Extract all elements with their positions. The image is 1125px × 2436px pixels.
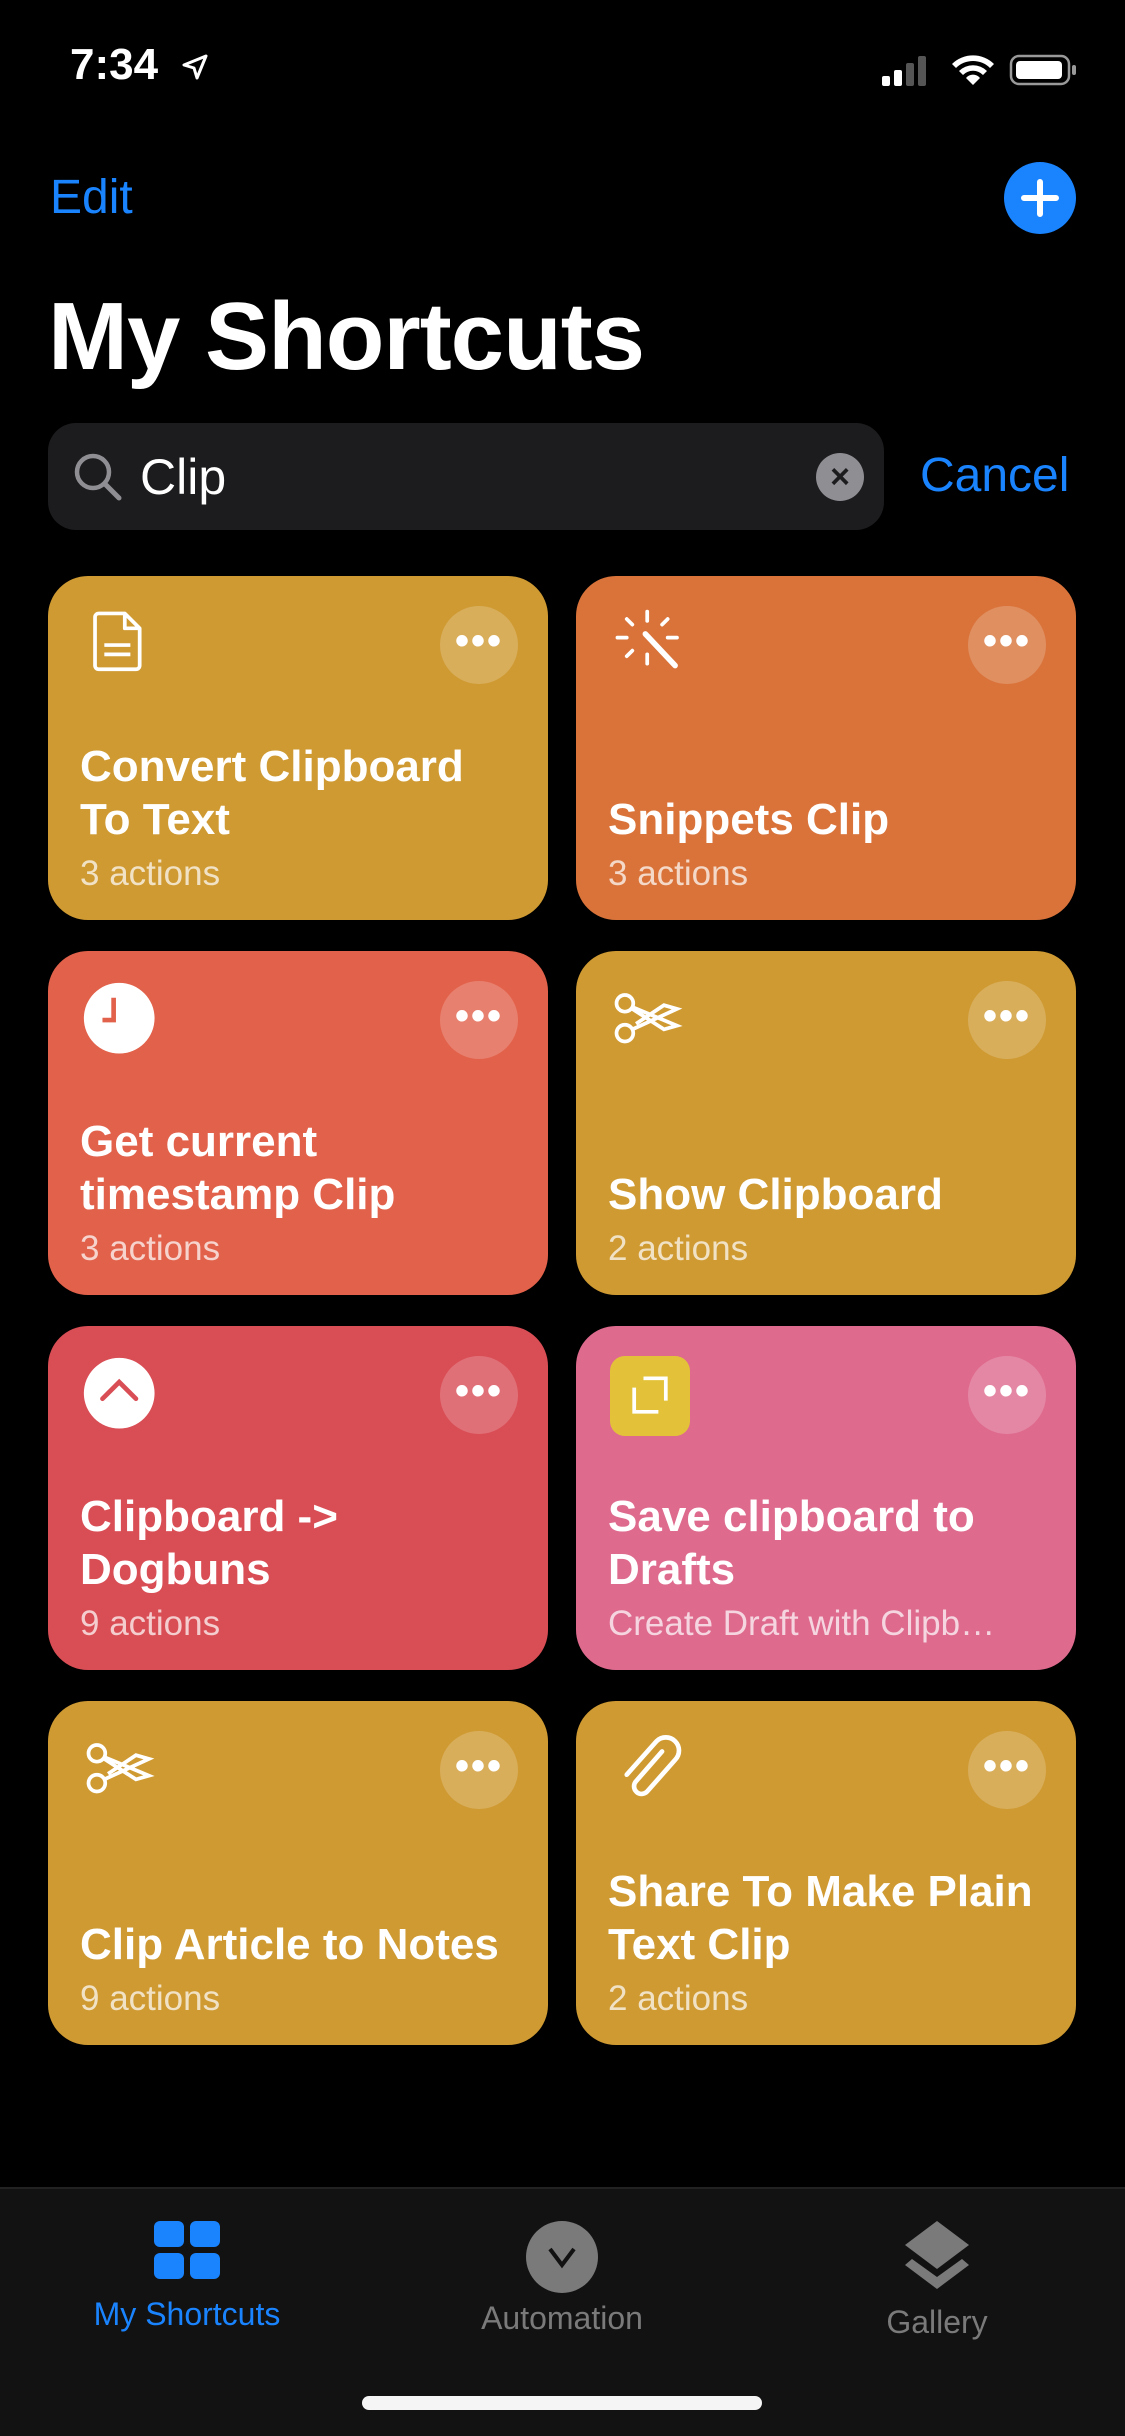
more-options-button[interactable]: ••• (440, 1731, 518, 1809)
automation-check-icon (526, 2221, 598, 2293)
shortcut-card[interactable]: ••• Share To Make Plain Text Clip 2 acti… (576, 1701, 1076, 2045)
grid-icon (154, 2221, 220, 2279)
more-options-button[interactable]: ••• (968, 981, 1046, 1059)
shortcut-card[interactable]: ••• Get current timestamp Clip 3 actions (48, 951, 548, 1295)
shortcut-name: Convert Clipboard To Text (80, 742, 464, 844)
status-icons (882, 54, 1076, 86)
home-indicator[interactable] (362, 2396, 762, 2410)
shortcut-subtitle: 3 actions (80, 854, 221, 893)
drafts-app-icon (610, 1356, 690, 1436)
scissors-icon (614, 993, 683, 1044)
more-options-button[interactable]: ••• (968, 1731, 1046, 1809)
signal-icon (882, 56, 926, 86)
shortcut-card[interactable]: ••• Save clipboard to Drafts Create Draf… (576, 1326, 1076, 1670)
more-options-button[interactable]: ••• (440, 1356, 518, 1434)
more-options-button[interactable]: ••• (968, 1356, 1046, 1434)
clear-search-button[interactable]: × (816, 453, 864, 501)
shortcut-subtitle: 2 actions (608, 1229, 749, 1268)
shortcut-subtitle: Create Draft with Clipb… (608, 1604, 996, 1643)
shortcut-card[interactable]: ••• Snippets Clip 3 actions (576, 576, 1076, 920)
shortcut-subtitle: 9 actions (80, 1604, 221, 1643)
battery-icon (1009, 54, 1076, 86)
tab-automation[interactable]: Automation (412, 2219, 712, 2337)
tab-label: Automation (481, 2300, 643, 2336)
plus-icon (1021, 179, 1059, 217)
cancel-button[interactable]: Cancel (920, 448, 1069, 503)
search-icon (74, 453, 122, 501)
page-title: My Shortcuts (48, 283, 645, 390)
status-time: 7:34 (70, 40, 159, 89)
wifi-icon (952, 55, 994, 85)
clock-icon (83, 982, 155, 1054)
shortcut-name: Clipboard -> Dogbuns (80, 1492, 338, 1594)
shortcut-card[interactable]: ••• Convert Clipboard To Text 3 actions (48, 576, 548, 920)
tab-label: My Shortcuts (93, 2296, 281, 2332)
shortcut-name: Show Clipboard (608, 1170, 943, 1219)
shortcut-name: Save clipboard to Drafts (608, 1492, 975, 1594)
location-icon (182, 54, 208, 80)
paperclip-icon (624, 1735, 682, 1797)
search-input[interactable] (140, 447, 740, 507)
more-options-button[interactable]: ••• (440, 606, 518, 684)
shortcut-card[interactable]: ••• Show Clipboard 2 actions (576, 951, 1076, 1295)
shortcut-name: Get current timestamp Clip (80, 1117, 396, 1219)
layers-icon (905, 2221, 969, 2289)
magic-wand-icon (615, 609, 679, 669)
add-shortcut-button[interactable] (1004, 162, 1076, 234)
tab-my-shortcuts[interactable]: My Shortcuts (37, 2219, 337, 2333)
shortcut-card[interactable]: ••• Clipboard -> Dogbuns 9 actions (48, 1326, 548, 1670)
shortcut-subtitle: 3 actions (80, 1229, 221, 1268)
document-icon (93, 611, 142, 672)
scissors-icon (86, 1743, 155, 1794)
shortcut-name: Snippets Clip (608, 795, 890, 844)
chevron-up-icon (83, 1357, 155, 1429)
shortcut-name: Clip Article to Notes (80, 1920, 499, 1969)
shortcut-name: Share To Make Plain Text Clip (608, 1867, 1033, 1969)
tab-label: Gallery (886, 2304, 988, 2340)
shortcut-subtitle: 3 actions (608, 854, 749, 893)
more-options-button[interactable]: ••• (440, 981, 518, 1059)
edit-button[interactable]: Edit (50, 170, 133, 225)
tab-gallery[interactable]: Gallery (787, 2219, 1087, 2341)
more-options-button[interactable]: ••• (968, 606, 1046, 684)
shortcut-subtitle: 2 actions (608, 1979, 749, 2018)
shortcut-card[interactable]: ••• Clip Article to Notes 9 actions (48, 1701, 548, 2045)
search-field[interactable]: × (48, 423, 884, 530)
shortcut-subtitle: 9 actions (80, 1979, 221, 2018)
